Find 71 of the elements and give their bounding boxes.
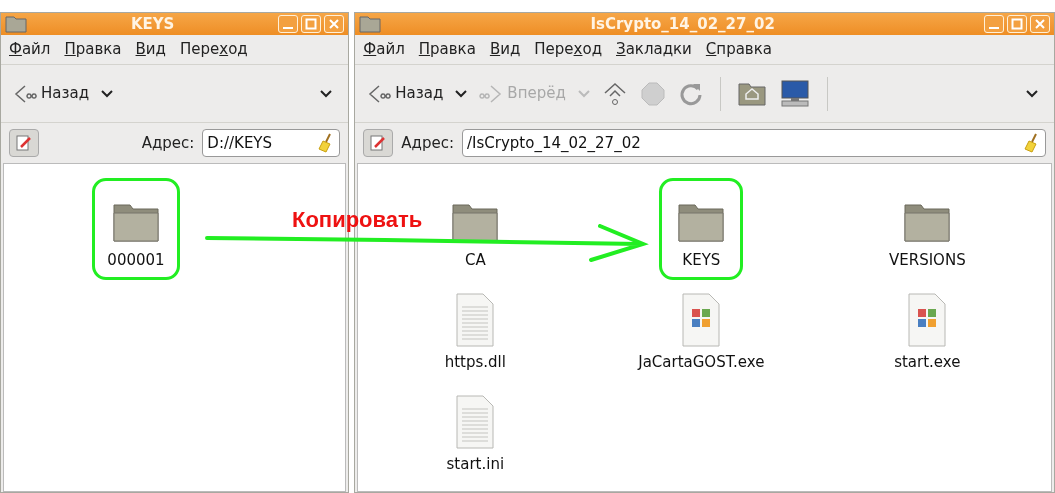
file-name: https.dll (444, 352, 506, 373)
home-folder-icon (736, 80, 767, 107)
maximize-icon (305, 18, 318, 30)
file-name: CA (464, 250, 486, 271)
maximize-button[interactable] (301, 15, 322, 33)
address-label: Адрес: (401, 132, 454, 154)
folder-icon (111, 201, 161, 245)
stop-icon (639, 80, 666, 107)
back-arrow-icon (13, 83, 37, 104)
close-button[interactable] (1030, 15, 1050, 33)
file-item[interactable]: KEYS (659, 178, 744, 280)
maximize-icon (1011, 18, 1023, 30)
close-button[interactable] (324, 15, 345, 33)
close-icon (1034, 18, 1046, 30)
menu-item[interactable]: Вид (135, 38, 166, 61)
pencil-note-icon (370, 134, 387, 152)
file-item[interactable]: start.ini (431, 382, 520, 484)
chevron-down-icon (320, 89, 333, 98)
back-arrow-icon (367, 83, 392, 104)
back-button[interactable]: Назад (363, 82, 472, 105)
file-name: start.ini (446, 454, 505, 475)
address-label: Адрес: (141, 132, 195, 154)
file-item[interactable]: start.exe (879, 280, 976, 382)
chevron-down-icon (577, 89, 590, 98)
menu-item[interactable]: Файл (9, 38, 51, 61)
file-name: 000001 (107, 250, 165, 271)
menu-item[interactable]: Файл (363, 38, 405, 61)
annotation-label: Копировать (292, 206, 423, 234)
file-item[interactable]: JaCartaGOST.exe (623, 280, 780, 382)
minimize-button[interactable] (278, 15, 299, 33)
text-file-icon (455, 293, 496, 347)
edit-location-button[interactable] (363, 129, 394, 157)
folder-icon (5, 15, 27, 33)
file-item[interactable]: CA (433, 178, 518, 280)
pencil-note-icon (16, 134, 32, 152)
minimize-icon (283, 27, 294, 29)
file-name: VERSIONS (889, 250, 966, 271)
window-title: KEYS (129, 13, 176, 35)
menu-item[interactable]: Переход (534, 38, 602, 61)
menu-item[interactable]: Правка (64, 38, 122, 61)
text-file-icon (455, 395, 496, 449)
file-item[interactable]: https.dll (429, 280, 521, 382)
menu-item[interactable]: Справка (705, 38, 772, 61)
file-name: start.exe (894, 352, 961, 373)
minimize-icon (989, 27, 999, 29)
back-button[interactable]: Назад (9, 82, 117, 105)
computer-icon (778, 79, 811, 108)
close-icon (328, 18, 341, 30)
chevron-down-icon (1026, 89, 1038, 98)
address-field[interactable]: D://KEYS (202, 129, 341, 157)
chevron-down-icon (101, 89, 113, 98)
executable-file-icon (907, 293, 948, 347)
file-name: KEYS (682, 250, 721, 271)
folder-icon (359, 15, 382, 33)
file-name: JaCartaGOST.exe (638, 352, 765, 373)
executable-file-icon (681, 293, 722, 347)
menu-item[interactable]: Закладки (616, 38, 692, 61)
file-item[interactable]: VERSIONS (874, 178, 981, 280)
forward-arrow-icon (479, 83, 504, 104)
folder-icon (902, 201, 953, 245)
window-title: IsCrypto_14_02_27_02 (589, 13, 776, 35)
edit-location-button[interactable] (9, 129, 39, 157)
menu-item[interactable]: Переход (179, 38, 248, 61)
folder-icon (676, 201, 727, 245)
chevron-down-icon (455, 89, 468, 98)
maximize-button[interactable] (1007, 15, 1027, 33)
menu-item[interactable]: Правка (418, 38, 476, 61)
address-field[interactable]: /IsCrypto_14_02_27_02 (462, 129, 1046, 157)
minimize-button[interactable] (984, 15, 1004, 33)
menu-item[interactable]: Вид (489, 38, 521, 61)
file-item[interactable]: 000001 (92, 178, 180, 280)
